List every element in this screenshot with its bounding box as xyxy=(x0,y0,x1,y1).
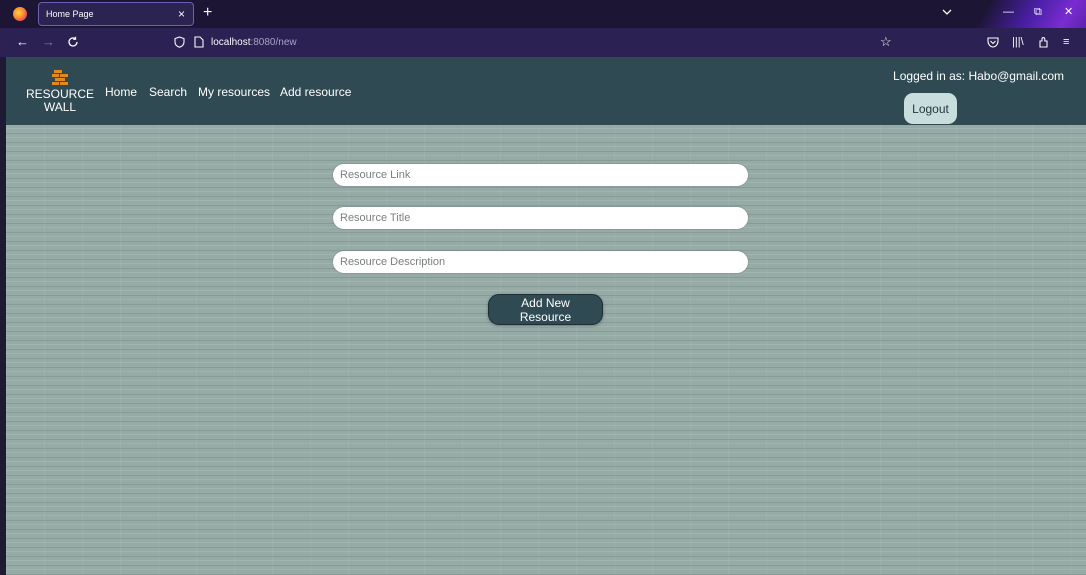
extensions-icon[interactable] xyxy=(1038,36,1050,48)
url-text[interactable]: localhost:8080/new xyxy=(211,37,297,48)
logo-text-line2: WALL xyxy=(43,100,77,114)
browser-toolbar: ← → localhost:8080/new ☆ |||\ ≡ xyxy=(0,28,1086,57)
firefox-icon[interactable] xyxy=(13,7,27,21)
forward-arrow-icon[interactable]: → xyxy=(42,35,55,49)
minimize-icon[interactable]: — xyxy=(1003,5,1014,19)
tab-close-icon[interactable]: × xyxy=(178,7,185,21)
page-content: RESOURCE WALL Home Search My resources A… xyxy=(6,57,1086,575)
chevron-down-icon[interactable] xyxy=(942,7,952,17)
page-icon[interactable] xyxy=(194,36,204,48)
browser-tab-strip: Home Page × + — ⧉ ✕ xyxy=(0,0,1086,57)
nav-my-resources[interactable]: My resources xyxy=(198,85,270,99)
browser-tab[interactable]: Home Page × xyxy=(38,2,194,26)
logout-button[interactable]: Logout xyxy=(904,93,957,124)
nav-search[interactable]: Search xyxy=(149,85,187,99)
reload-icon[interactable] xyxy=(67,36,79,48)
shield-icon[interactable] xyxy=(174,36,185,48)
restore-icon[interactable]: ⧉ xyxy=(1034,5,1042,19)
bookmark-star-icon[interactable]: ☆ xyxy=(880,35,892,49)
logged-in-status: Logged in as: Habo@gmail.com xyxy=(893,69,1064,83)
window-close-icon[interactable]: ✕ xyxy=(1064,5,1073,19)
resource-description-input[interactable] xyxy=(333,251,748,273)
new-tab-icon[interactable]: + xyxy=(203,4,212,22)
tab-title: Home Page xyxy=(46,9,94,19)
url-host: localhost xyxy=(211,37,251,48)
nav-add-resource[interactable]: Add resource xyxy=(280,85,351,99)
brick-wall-logo-icon xyxy=(52,70,68,85)
pocket-icon[interactable] xyxy=(987,37,999,48)
site-logo[interactable]: RESOURCE WALL xyxy=(26,70,94,114)
resource-link-input[interactable] xyxy=(333,164,748,186)
add-new-resource-button[interactable]: Add New Resource xyxy=(488,294,603,325)
resource-title-input[interactable] xyxy=(333,207,748,229)
site-navbar: RESOURCE WALL Home Search My resources A… xyxy=(6,57,1086,125)
back-arrow-icon[interactable]: ← xyxy=(16,35,29,49)
url-path: :8080/new xyxy=(250,37,297,48)
hamburger-menu-icon[interactable]: ≡ xyxy=(1063,35,1069,49)
url-bar[interactable]: localhost:8080/new xyxy=(168,32,903,53)
nav-home[interactable]: Home xyxy=(105,85,137,99)
library-icon[interactable]: |||\ xyxy=(1012,35,1024,49)
